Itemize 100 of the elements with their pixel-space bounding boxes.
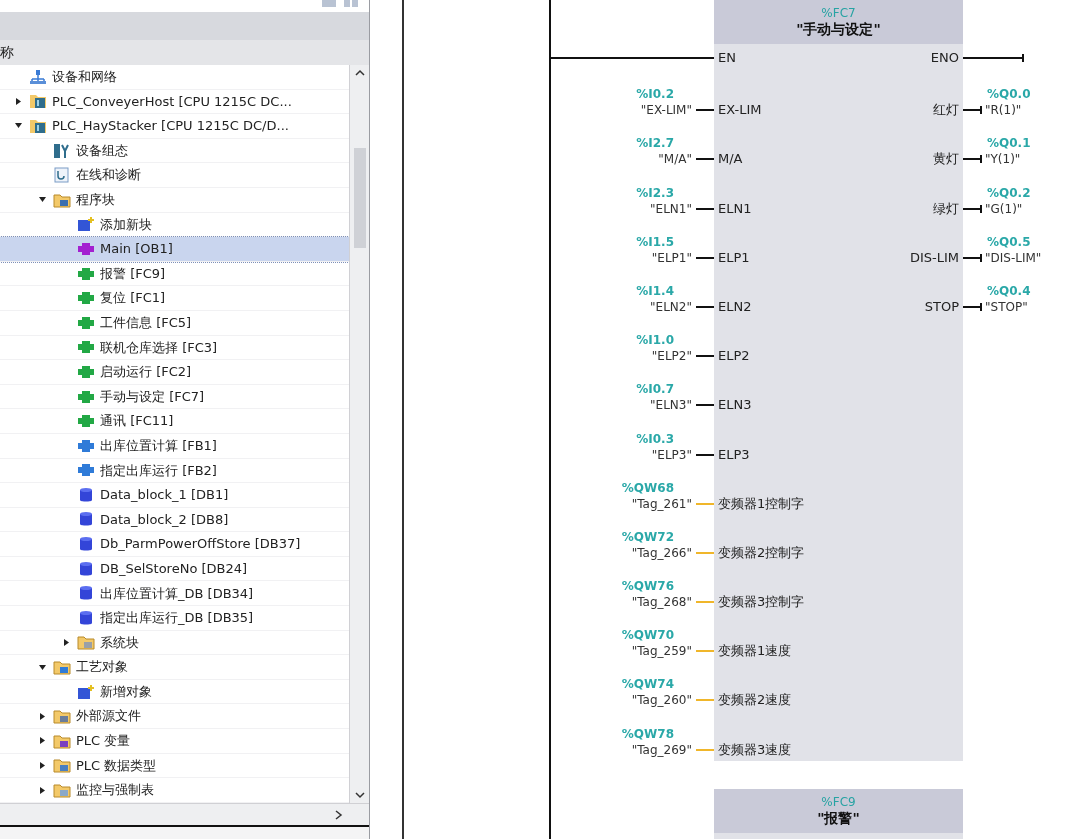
- add-block-icon: [77, 216, 95, 233]
- tree-item[interactable]: 复位 [FC1]: [0, 286, 349, 311]
- tree-item[interactable]: 在线和诊断: [0, 163, 349, 188]
- add-block-icon: [77, 683, 95, 700]
- expanded-arrow-icon[interactable]: [14, 122, 22, 130]
- block-address: %FC7: [821, 6, 856, 20]
- input-address: %QW68: [621, 479, 674, 496]
- tree-item[interactable]: 出库位置计算_DB [DB34]: [0, 581, 349, 607]
- input-address: %QW76: [621, 578, 674, 595]
- expanded-arrow-icon[interactable]: [38, 196, 46, 204]
- plc-folder-icon: [29, 118, 47, 134]
- pin-label: 黄灯: [933, 151, 959, 168]
- pin-label: 变频器3控制字: [718, 594, 805, 611]
- folder-icon: [53, 732, 71, 749]
- function-block-icon: [77, 463, 95, 478]
- pin-label: 绿灯: [933, 200, 959, 217]
- tree-item[interactable]: Db_ParmPowerOffStore [DB37]: [0, 532, 349, 557]
- pin-label: 变频器3速度: [718, 741, 792, 758]
- pin-label: 红灯: [933, 102, 959, 119]
- function-block-icon: [77, 438, 95, 453]
- tree-item[interactable]: 系统块: [0, 630, 349, 656]
- tree-item[interactable]: PLC_HayStacker [CPU 1215C DC/D...: [0, 114, 349, 139]
- output-address: %Q0.1: [987, 135, 1031, 152]
- pin-label: DIS-LIM: [909, 249, 959, 266]
- vertical-scrollbar[interactable]: [349, 65, 369, 803]
- collapsed-arrow-icon[interactable]: [38, 761, 46, 769]
- input-address: %I1.4: [636, 282, 674, 299]
- tree-item[interactable]: 设备和网络: [0, 65, 349, 90]
- tree-item[interactable]: 启动运行 [FC2]: [0, 360, 349, 385]
- function-block-icon: [77, 241, 95, 256]
- tree-item[interactable]: 手动与设定 [FC7]: [0, 384, 349, 410]
- tree-item[interactable]: 指定出库运行 [FB2]: [0, 458, 349, 484]
- folder-icon: [53, 191, 71, 208]
- pin-label: EN: [718, 49, 736, 68]
- pin-label: 变频器1速度: [718, 643, 792, 660]
- input-tag: "Tag_259": [631, 643, 692, 660]
- tree-item[interactable]: Main [OB1]: [0, 237, 349, 262]
- tree-item[interactable]: Data_block_2 [DB8]: [0, 507, 349, 533]
- tree-item[interactable]: 指定出库运行_DB [DB35]: [0, 606, 349, 631]
- network-icon: [29, 68, 47, 85]
- tree-item[interactable]: 设备组态: [0, 138, 349, 164]
- tree-item[interactable]: Data_block_1 [DB1]: [0, 483, 349, 508]
- tree-item[interactable]: 工艺对象: [0, 655, 349, 680]
- tree-item[interactable]: PLC_ConveyerHost [CPU 1215C DC...: [0, 89, 349, 115]
- tree-item[interactable]: PLC 变量: [0, 729, 349, 754]
- tree-item[interactable]: 外部源文件: [0, 704, 349, 730]
- collapsed-arrow-icon[interactable]: [14, 97, 22, 105]
- input-address: %QW72: [621, 528, 674, 545]
- scroll-thumb[interactable]: [353, 148, 366, 248]
- collapsed-arrow-icon[interactable]: [38, 712, 46, 720]
- input-address: %I0.7: [636, 381, 674, 398]
- folder-icon: [53, 782, 71, 798]
- input-tag: "ELN3": [650, 397, 692, 414]
- folder-icon: [53, 757, 71, 774]
- database-icon: [79, 536, 93, 553]
- input-tag: "ELP2": [651, 348, 692, 365]
- folder-icon: [53, 708, 71, 725]
- tree-item[interactable]: DB_SelStoreNo [DB24]: [0, 556, 349, 582]
- tree-item[interactable]: 工件信息 [FC5]: [0, 310, 349, 336]
- tree-item[interactable]: 联机仓库选择 [FC3]: [0, 335, 349, 361]
- tree-item[interactable]: 新增对象: [0, 679, 349, 705]
- function-block-icon: [77, 340, 95, 355]
- scroll-up-icon[interactable]: [354, 69, 365, 76]
- tree-item[interactable]: PLC 数据类型: [0, 753, 349, 779]
- database-icon: [79, 609, 93, 626]
- horizontal-scrollbar[interactable]: [0, 803, 369, 825]
- input-address: %QW74: [621, 676, 674, 693]
- device-config-icon: [53, 142, 71, 159]
- pin-label: STOP: [924, 298, 959, 315]
- scroll-down-icon[interactable]: [354, 792, 365, 799]
- eno-wire: [963, 53, 1025, 63]
- output-address: %Q0.0: [987, 86, 1031, 103]
- input-address: %I2.3: [636, 184, 674, 201]
- pin-label: EX-LIM: [718, 102, 762, 119]
- folder-icon: [53, 659, 71, 676]
- tree-item[interactable]: 报警 [FC9]: [0, 261, 349, 287]
- tree-item[interactable]: 监控与强制表: [0, 778, 349, 803]
- output-wire: [963, 252, 983, 263]
- database-icon: [79, 560, 93, 577]
- tree-item[interactable]: 出库位置计算 [FB1]: [0, 433, 349, 459]
- input-address: %I2.7: [636, 135, 674, 152]
- collapsed-arrow-icon[interactable]: [38, 786, 46, 794]
- input-tag: "ELN2": [650, 298, 692, 315]
- tree-item[interactable]: 程序块: [0, 187, 349, 213]
- scroll-right-icon[interactable]: [335, 809, 343, 820]
- tree-item[interactable]: 通讯 [FC11]: [0, 409, 349, 434]
- collapsed-arrow-icon[interactable]: [38, 737, 46, 745]
- input-address: %I0.2: [636, 86, 674, 103]
- pin-label: ELP2: [718, 348, 750, 365]
- input-address: %QW70: [621, 627, 674, 644]
- input-tag: "ELN1": [650, 200, 692, 217]
- expanded-arrow-icon[interactable]: [38, 663, 46, 671]
- output-address: %Q0.5: [987, 233, 1032, 250]
- output-wire: [963, 105, 983, 116]
- collapsed-arrow-icon[interactable]: [62, 638, 70, 646]
- input-tag: "ELP1": [651, 249, 692, 266]
- plc-folder-icon: [29, 93, 47, 110]
- output-tag: "G(1)": [985, 200, 1023, 217]
- pin-label: ENO: [930, 49, 959, 68]
- block-title: "手动与设定": [796, 20, 881, 38]
